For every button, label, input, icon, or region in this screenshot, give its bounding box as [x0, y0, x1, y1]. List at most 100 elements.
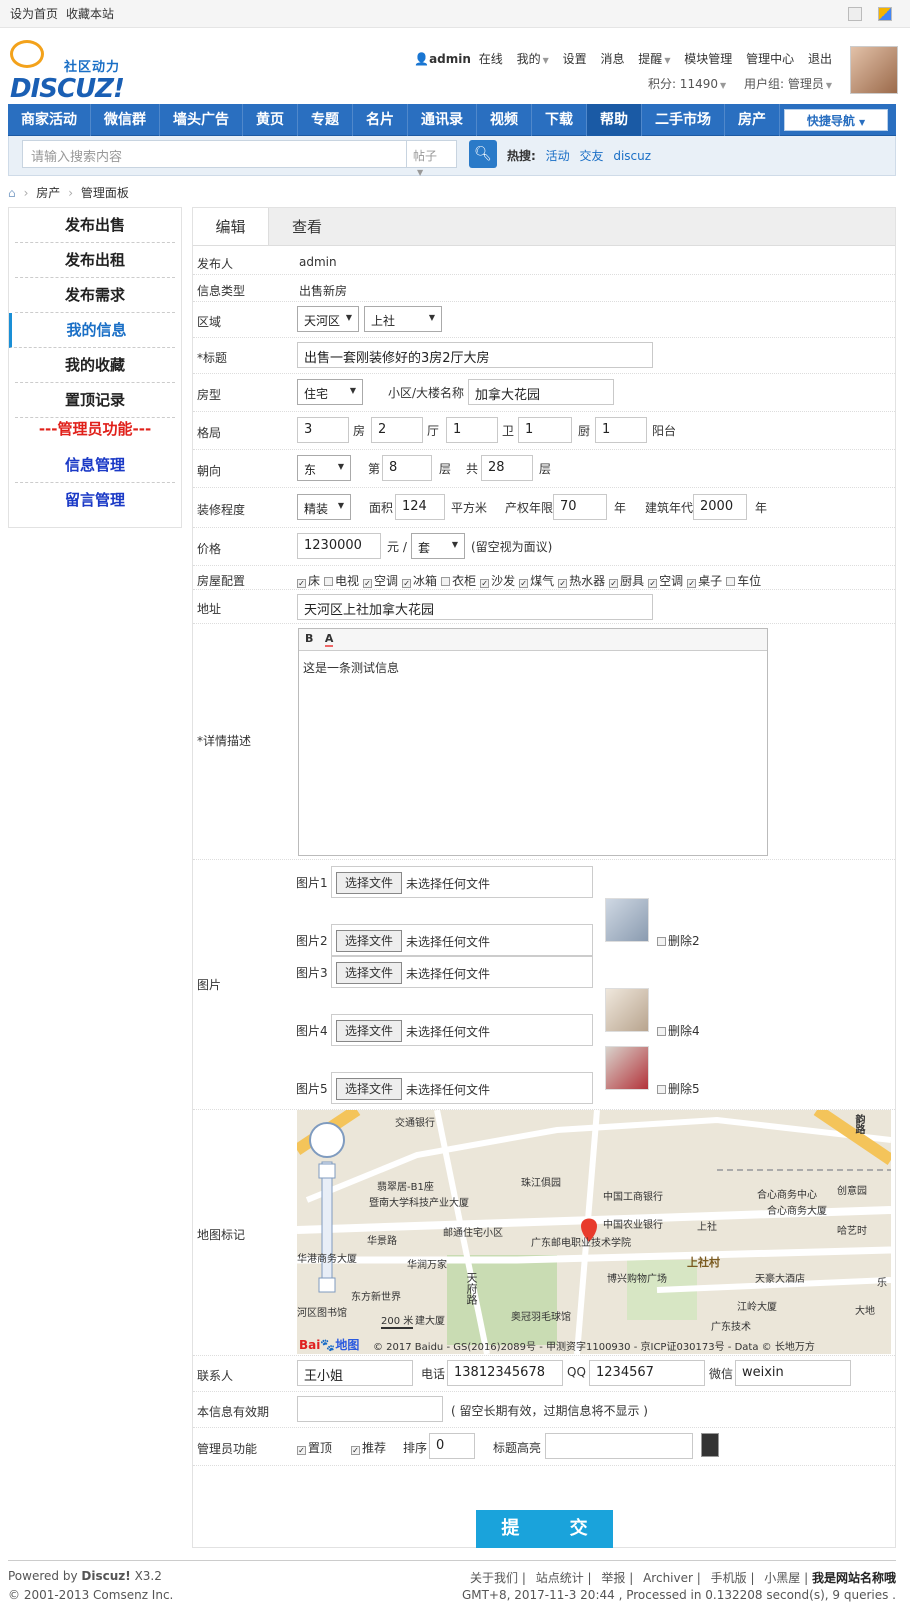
points-menu[interactable]: 积分: 11490	[648, 77, 718, 91]
decoration-select[interactable]: 精装	[297, 494, 351, 520]
delete-checkbox-2[interactable]: 删除2	[653, 932, 700, 949]
footer-link[interactable]: 举报	[601, 1571, 625, 1585]
hot-link[interactable]: discuz	[613, 149, 651, 163]
search-input[interactable]: 请输入搜索内容	[22, 140, 407, 168]
description-textarea[interactable]: 这是一条测试信息	[299, 651, 767, 684]
equipment-checkbox[interactable]: 车位	[722, 574, 761, 588]
equipment-checkbox[interactable]: 电视	[320, 574, 359, 588]
nav-item[interactable]: 微信群	[91, 103, 160, 136]
built-year-input[interactable]: 2000	[693, 494, 747, 520]
nav-item[interactable]: 名片	[353, 103, 408, 136]
area-input[interactable]: 124	[395, 494, 445, 520]
street-select[interactable]: 上社	[364, 306, 442, 332]
style-switch-icon[interactable]	[878, 6, 892, 21]
choose-file-button[interactable]: 选择文件	[336, 962, 402, 984]
file-input-3[interactable]: 选择文件 未选择任何文件	[331, 956, 593, 988]
equipment-checkbox[interactable]: 衣柜	[437, 574, 476, 588]
qq-input[interactable]: 1234567	[589, 1360, 705, 1386]
avatar[interactable]	[850, 46, 898, 94]
total-floors-input[interactable]: 28	[481, 455, 533, 481]
file-input-2[interactable]: 选择文件 未选择任何文件	[331, 924, 593, 956]
sidebar-item[interactable]: 发布出售	[15, 208, 175, 243]
nav-item[interactable]: 视频	[477, 103, 532, 136]
district-select[interactable]: 天河区	[297, 306, 359, 332]
choose-file-button[interactable]: 选择文件	[336, 1020, 402, 1042]
sidebar-item[interactable]: 信息管理	[15, 448, 175, 483]
equipment-checkbox[interactable]: 床	[293, 574, 320, 588]
top-checkbox[interactable]: 置顶	[293, 1439, 332, 1456]
nav-item[interactable]: 商家活动	[8, 103, 91, 136]
choose-file-button[interactable]: 选择文件	[336, 1078, 402, 1100]
choose-file-button[interactable]: 选择文件	[336, 872, 402, 894]
messages-link[interactable]: 消息	[600, 52, 624, 66]
nav-item[interactable]: 黄页	[243, 103, 298, 136]
price-input[interactable]: 1230000	[297, 533, 381, 559]
bold-button[interactable]: B	[305, 632, 313, 645]
sidebar-item[interactable]: 留言管理	[15, 483, 175, 518]
validity-input[interactable]	[297, 1396, 443, 1422]
rooms-input[interactable]: 3	[297, 417, 349, 443]
baths-input[interactable]: 1	[446, 417, 498, 443]
module-mgmt-link[interactable]: 模块管理	[684, 52, 732, 66]
quick-nav-button[interactable]: 快捷导航 ▼	[784, 108, 888, 131]
footer-link[interactable]: Archiver	[643, 1571, 693, 1585]
equipment-checkbox[interactable]: 沙发	[476, 574, 515, 588]
map-widget[interactable]: 交通银行 翡翠居-B1座 暨南大学科技产业大厦 珠江俱园 中国工商银行 中国农业…	[297, 1110, 891, 1354]
nav-item[interactable]: 通讯录	[408, 103, 477, 136]
home-icon[interactable]: ⌂	[8, 186, 16, 200]
house-type-select[interactable]: 住宅	[297, 379, 363, 405]
file-input-5[interactable]: 选择文件 未选择任何文件	[331, 1072, 593, 1104]
nav-item[interactable]: 下载	[532, 103, 587, 136]
admin-center-link[interactable]: 管理中心	[746, 52, 794, 66]
footer-sitename[interactable]: 我是网站名称哦	[812, 1571, 896, 1585]
nav-item[interactable]: 房产	[725, 103, 780, 136]
nav-item[interactable]: 专题	[298, 103, 353, 136]
recommend-checkbox[interactable]: 推荐	[347, 1439, 386, 1456]
equipment-checkbox[interactable]: 冰箱	[398, 574, 437, 588]
expand-icon[interactable]	[848, 6, 862, 21]
footer-link[interactable]: 小黑屋	[764, 1571, 800, 1585]
color-picker-icon[interactable]	[701, 1433, 719, 1457]
tab-edit[interactable]: 编辑	[193, 208, 269, 245]
footer-link[interactable]: 站点统计	[536, 1571, 584, 1585]
contact-input[interactable]: 王小姐	[297, 1360, 413, 1386]
equipment-checkbox[interactable]: 空调	[644, 574, 683, 588]
halls-input[interactable]: 2	[371, 417, 423, 443]
sidebar-item[interactable]: 我的收藏	[15, 348, 175, 383]
footer-brand[interactable]: Discuz!	[81, 1569, 130, 1583]
user-group-menu[interactable]: 用户组: 管理员	[744, 77, 824, 91]
sidebar-item[interactable]: 发布需求	[15, 278, 175, 313]
submit-button[interactable]: 提 交	[476, 1510, 613, 1548]
reminders-menu[interactable]: 提醒	[638, 52, 662, 66]
nav-item[interactable]: 墙头广告	[160, 103, 243, 136]
site-logo[interactable]: 社区动力 DISCUZ!	[8, 38, 138, 104]
delete-checkbox-5[interactable]: 删除5	[653, 1080, 700, 1097]
price-unit-select[interactable]: 套	[411, 533, 465, 559]
search-button[interactable]: 🔍︎	[469, 140, 497, 168]
footer-link[interactable]: 关于我们	[470, 1571, 518, 1585]
sidebar-item-active[interactable]: 我的信息	[9, 313, 175, 348]
community-input[interactable]: 加拿大花园	[468, 379, 614, 405]
set-home-link[interactable]: 设为首页	[10, 5, 58, 22]
sort-input[interactable]: 0	[429, 1433, 475, 1459]
title-input[interactable]: 出售一套刚装修好的3房2厅大房	[297, 342, 653, 368]
tab-view[interactable]: 查看	[269, 208, 345, 245]
choose-file-button[interactable]: 选择文件	[336, 930, 402, 952]
my-menu[interactable]: 我的	[517, 52, 541, 66]
phone-input[interactable]: 13812345678	[447, 1360, 563, 1386]
equipment-checkbox[interactable]: 厨具	[605, 574, 644, 588]
search-scope-select[interactable]: 帖子 ▼	[407, 140, 457, 177]
file-input-4[interactable]: 选择文件 未选择任何文件	[331, 1014, 593, 1046]
facing-select[interactable]: 东	[297, 455, 351, 481]
kitchens-input[interactable]: 1	[518, 417, 572, 443]
online-status[interactable]: 在线	[479, 52, 503, 66]
nav-item[interactable]: 二手市场	[642, 103, 725, 136]
equipment-checkbox[interactable]: 桌子	[683, 574, 722, 588]
breadcrumb-item[interactable]: 管理面板	[81, 186, 129, 200]
title-highlight-input[interactable]	[545, 1433, 693, 1459]
balconies-input[interactable]: 1	[595, 417, 647, 443]
hot-link[interactable]: 活动	[546, 149, 570, 163]
address-input[interactable]: 天河区上社加拿大花园	[297, 594, 653, 620]
wechat-input[interactable]: weixin	[735, 1360, 851, 1386]
equipment-checkbox[interactable]: 空调	[359, 574, 398, 588]
